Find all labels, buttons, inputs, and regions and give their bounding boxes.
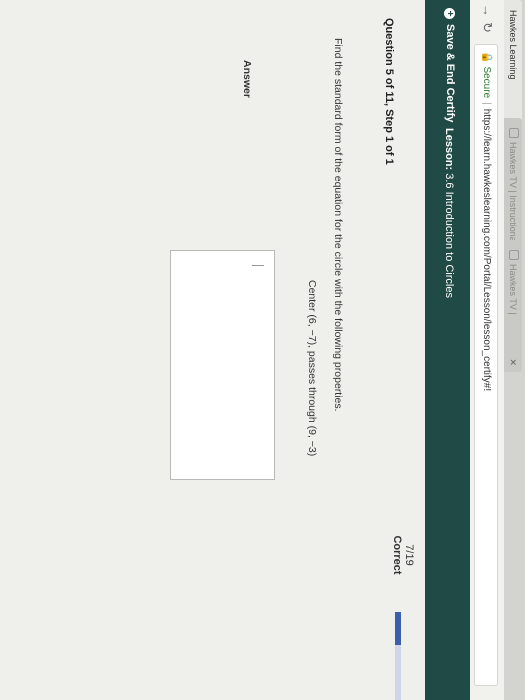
reload-icon[interactable]: ↻	[479, 22, 495, 33]
question-prompt: Find the standard form of the equation f…	[332, 38, 344, 412]
save-end-certify-button[interactable]: + Save & End Certify	[444, 8, 456, 122]
circle-properties: Center (6, −7), passes through (9, −3)	[306, 280, 318, 457]
lock-icon: 🔒	[481, 51, 492, 64]
secure-label: Secure	[481, 66, 492, 99]
page-icon	[509, 250, 519, 260]
url-field[interactable]: 🔒 Secure | https://learn.hawkeslearning.com…	[474, 44, 498, 686]
forward-arrow-icon[interactable]: →	[480, 4, 495, 17]
save-label: Save & End Certify	[444, 24, 456, 123]
question-heading: Question 5 of 11, Step 1 of 1	[383, 18, 395, 165]
score-display: 7/19 Correct	[391, 520, 415, 590]
page-icon	[509, 128, 519, 138]
tab-label: Hawkes Learning	[508, 10, 518, 80]
answer-label: Answer	[241, 60, 253, 98]
lesson-header: + Save & End Certify Lesson: 3.6 Introduc…	[425, 0, 470, 700]
close-icon[interactable]: ✕	[504, 358, 522, 366]
answer-input[interactable]	[170, 250, 275, 480]
score-fraction: 7/19	[403, 544, 415, 566]
lesson-title: Lesson: 3.6 Introduction to Circles	[443, 128, 455, 298]
tab-strip: Hawkes Learning ✕ Hawkes TV | Instructio…	[490, 0, 525, 700]
progress-fill	[395, 612, 401, 645]
score-status: Correct	[391, 535, 403, 575]
screen: Hawkes Learning ✕ Hawkes TV | Instructio…	[0, 0, 525, 700]
url-text: https://learn.hawkeslearning.com/Portal/…	[481, 108, 492, 392]
tab-hawkes-tv-1[interactable]: Hawkes TV | Instructional ✕	[504, 118, 522, 258]
progress-bar	[395, 612, 401, 700]
divider: |	[481, 102, 492, 105]
question-panel: Question 5 of 11, Step 1 of 1 7/19 Corre…	[0, 0, 425, 700]
lesson-prefix: Lesson:	[443, 128, 455, 171]
address-bar: → ↻ 🔒 Secure | https://learn.hawkeslearning…	[469, 0, 504, 700]
plus-circle-icon: +	[444, 8, 455, 19]
lesson-name: 3.6 Introduction to Circles	[443, 173, 455, 298]
tab-hawkes-tv-2[interactable]: Hawkes TV | Instructional ✕	[490, 240, 522, 372]
text-cursor	[252, 265, 264, 266]
tab-hawkes-learning[interactable]: Hawkes Learning ✕	[504, 0, 522, 135]
tab-label: Hawkes TV | Instructional	[508, 142, 518, 244]
